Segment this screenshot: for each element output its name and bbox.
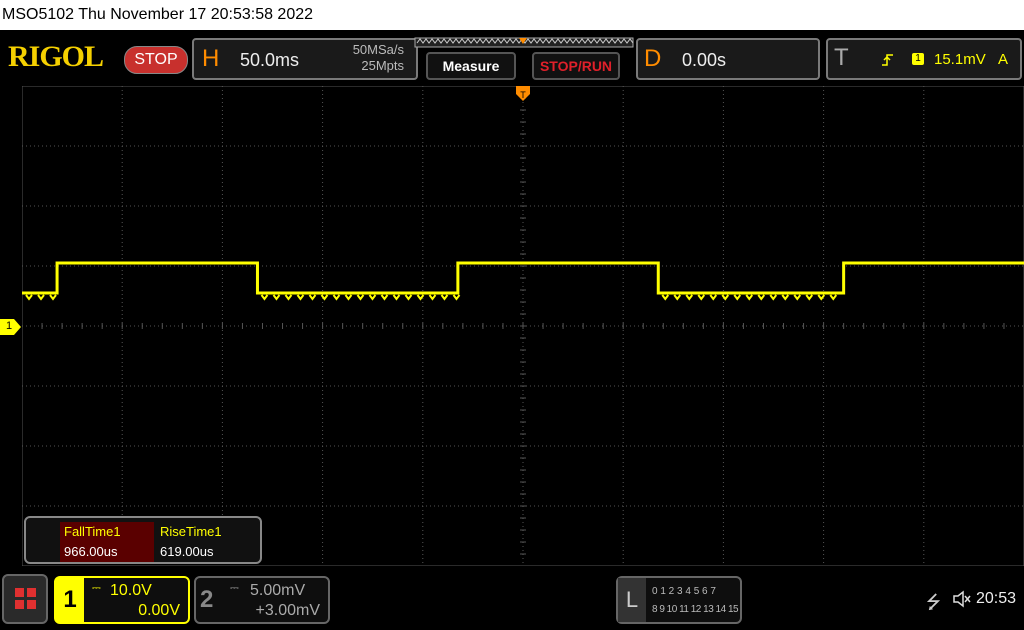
horizontal-panel[interactable]: H 50.0ms 50MSa/s 25Mpts <box>192 38 418 80</box>
measure-button[interactable]: Measure <box>426 52 516 80</box>
ch1-coupling-icon: ⎓ <box>92 582 101 594</box>
trigger-source-badge: 1 <box>912 53 924 65</box>
ch2-coupling-icon: ⎓ <box>230 582 239 594</box>
delay-value: 0.00s <box>682 50 727 70</box>
run-state-badge[interactable]: STOP <box>124 46 188 74</box>
ch2-number: 2 <box>200 586 214 613</box>
rising-edge-icon <box>882 54 893 66</box>
mute-icon[interactable] <box>952 590 972 608</box>
usb-icon: ⭍ <box>926 592 941 612</box>
logic-bits-high: 8 9 10 11 12 13 14 15 <box>652 604 739 615</box>
svg-text:T: T <box>520 90 526 100</box>
logic-panel[interactable]: L 0 1 2 3 4 5 6 7 8 9 10 11 12 13 14 15 <box>616 576 742 624</box>
logic-bits-low: 0 1 2 3 4 5 6 7 <box>652 586 716 597</box>
title-text: MSO5102 Thu November 17 20:53:58 2022 <box>2 6 314 23</box>
logic-letter: L <box>618 578 646 622</box>
memory-position-bar <box>414 37 634 48</box>
trigger-level: 15.1mV <box>934 51 986 68</box>
ch2-panel[interactable]: 2 ⎓ 5.00mV +3.00mV <box>194 576 330 624</box>
ch1-marker-label: 1 <box>6 320 13 332</box>
horizontal-letter: H <box>202 45 220 72</box>
measurement-label-1: FallTime1 <box>60 522 154 542</box>
delay-panel[interactable]: D 0.00s <box>636 38 820 80</box>
trigger-position-icon: T <box>516 86 530 101</box>
measurement-value-1: 966.00us <box>60 542 154 562</box>
clock-time: 20:53 <box>976 590 1017 607</box>
sample-rate: 50MSa/s <box>352 42 404 57</box>
ch2-scale: 5.00mV <box>250 582 306 599</box>
trigger-panel[interactable]: T 1 15.1mV A <box>826 38 1022 80</box>
waveform-display[interactable] <box>22 86 1024 566</box>
timebase-value: 50.0ms <box>240 50 300 70</box>
ch1-scale: 10.0V <box>110 582 152 599</box>
menu-button[interactable] <box>2 574 48 624</box>
ch1-waveform-noise <box>25 294 838 301</box>
delay-letter: D <box>644 45 662 72</box>
ch2-offset: +3.00mV <box>255 602 320 619</box>
stop-run-button[interactable]: STOP/RUN <box>532 52 620 80</box>
measurement-value-2: 619.00us <box>160 544 214 559</box>
ch1-offset: 0.00V <box>138 602 180 619</box>
title-bar: MSO5102 Thu November 17 20:53:58 2022 <box>0 0 1024 30</box>
trigger-mode: A <box>998 51 1009 68</box>
rigol-logo: RIGOL <box>8 40 104 73</box>
ch1-panel[interactable]: 1 ⎓ 10.0V 0.00V <box>54 576 190 624</box>
measurement-label-2: RiseTime1 <box>160 524 222 539</box>
graticule <box>22 86 1024 566</box>
ch1-number: 1 <box>56 578 84 622</box>
trigger-letter: T <box>834 44 849 71</box>
measurement-panel[interactable]: FallTime1 966.00us RiseTime1 619.00us <box>24 516 262 564</box>
memory-depth: 25Mpts <box>361 58 404 73</box>
menu-grid-icon <box>15 588 36 609</box>
